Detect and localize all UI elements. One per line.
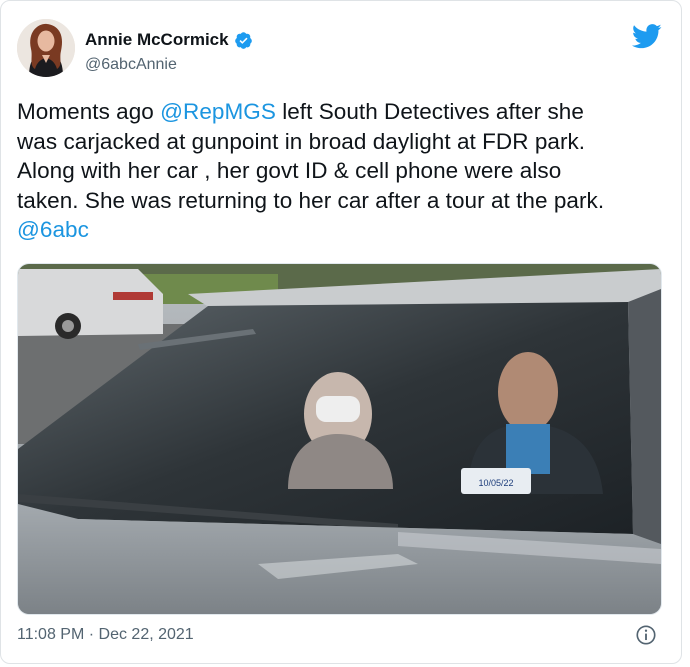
mention-link[interactable]: @6abc xyxy=(17,217,89,242)
twitter-bird-icon[interactable] xyxy=(632,24,662,49)
verified-badge-icon xyxy=(234,31,252,49)
windshield-sticker-text: 10/05/22 xyxy=(478,478,513,488)
tweet-text-segment: Moments ago xyxy=(17,99,161,124)
author-handle[interactable]: @6abcAnnie xyxy=(85,56,177,74)
tweet-line: taken. She was returning to her car afte… xyxy=(17,186,672,216)
tweet-line: was carjacked at gunpoint in broad dayli… xyxy=(17,127,672,157)
tweet-photo[interactable]: 10/05/22 xyxy=(17,263,662,615)
tweet-line: Along with her car , her govt ID & cell … xyxy=(17,156,672,186)
tweet-timestamp[interactable]: 11:08 PM · Dec 22, 2021 xyxy=(17,626,194,644)
tweet-text: Moments ago @RepMGS left South Detective… xyxy=(17,97,672,245)
tweet-text-segment: was carjacked at gunpoint in broad dayli… xyxy=(17,128,586,154)
tweet-card[interactable]: Annie McCormick @6abcAnnie Moments ago @… xyxy=(0,0,682,664)
tweet-text-segment: taken. She was returning to her car afte… xyxy=(17,187,605,213)
profile-avatar[interactable] xyxy=(17,19,75,77)
tweet-line: @6abc xyxy=(17,215,672,245)
tweet-line: Moments ago @RepMGS left South Detective… xyxy=(17,97,672,127)
author-name[interactable]: Annie McCormick xyxy=(85,30,229,50)
mention-link[interactable]: @RepMGS xyxy=(160,99,276,124)
info-icon[interactable] xyxy=(635,624,657,646)
tweet-text-segment: Along with her car , her govt ID & cell … xyxy=(17,158,562,183)
tweet-text-segment: left South Detectives after she xyxy=(275,99,584,124)
